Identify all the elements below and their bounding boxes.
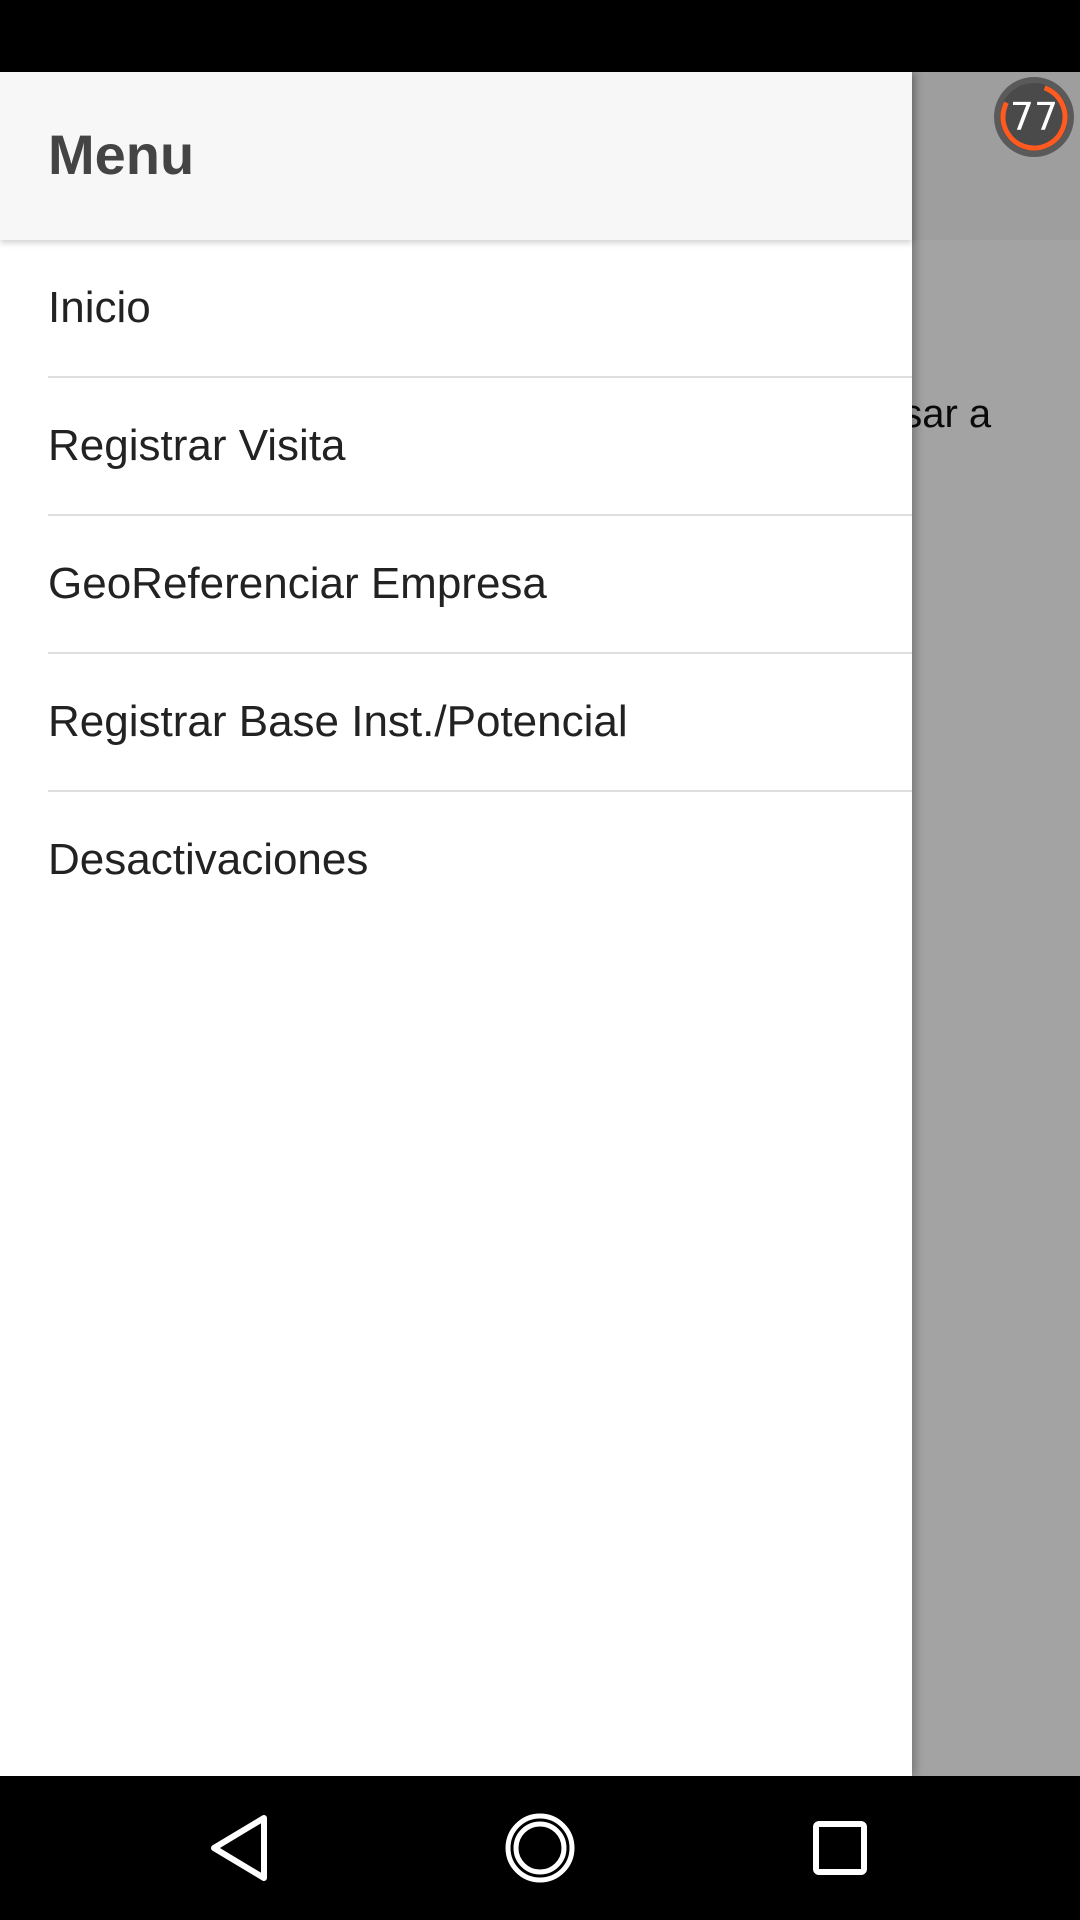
drawer-title: Menu (48, 123, 195, 186)
menu-list: Inicio Registrar Visita GeoReferenciar E… (0, 240, 912, 930)
status-bar (0, 0, 1080, 72)
menu-item-label: Inicio (48, 283, 151, 332)
menu-item-registrar-visita[interactable]: Registrar Visita (0, 378, 912, 516)
score-value: 77 (1009, 95, 1059, 139)
menu-item-label: Registrar Base Inst./Potencial (48, 697, 628, 746)
recents-button[interactable] (800, 1808, 880, 1888)
home-circle-icon (505, 1813, 575, 1883)
score-badge[interactable]: 77 (993, 76, 1075, 158)
app-area: esar a 77 Menu Inicio Registrar Visita G… (0, 72, 1080, 1776)
menu-item-registrar-base[interactable]: Registrar Base Inst./Potencial (0, 654, 912, 792)
system-nav-bar (0, 1776, 1080, 1920)
back-button[interactable] (200, 1808, 280, 1888)
recents-square-icon (813, 1821, 867, 1875)
drawer-header: Menu (0, 72, 912, 240)
menu-item-inicio[interactable]: Inicio (0, 240, 912, 378)
home-button[interactable] (500, 1808, 580, 1888)
menu-item-desactivaciones[interactable]: Desactivaciones (0, 792, 912, 930)
menu-item-georeferenciar-empresa[interactable]: GeoReferenciar Empresa (0, 516, 912, 654)
menu-item-label: Desactivaciones (48, 835, 369, 884)
back-triangle-icon (211, 1815, 267, 1881)
menu-item-label: Registrar Visita (48, 421, 346, 470)
menu-item-label: GeoReferenciar Empresa (48, 559, 547, 608)
navigation-drawer: Menu Inicio Registrar Visita GeoReferenc… (0, 72, 912, 1776)
